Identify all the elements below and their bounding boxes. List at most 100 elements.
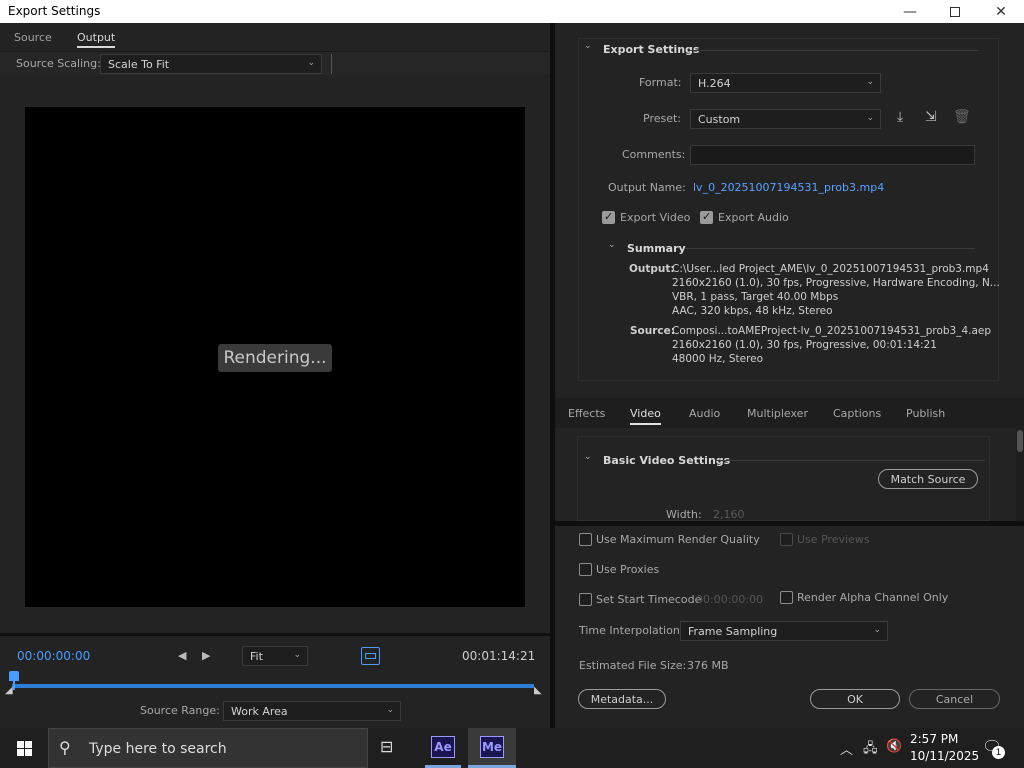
settings-pane: ⌄ Export Settings Format: H.264 ⌄ Preset…: [555, 23, 1024, 728]
metadata-button[interactable]: Metadata...: [578, 689, 666, 709]
preview-pane: Source Output Source Scaling: Scale To F…: [0, 23, 550, 728]
source-scaling-dropdown[interactable]: Scale To Fit ⌄: [100, 54, 322, 74]
search-placeholder: Type here to search: [89, 741, 227, 757]
comments-field[interactable]: [690, 145, 975, 165]
chevron-down-icon[interactable]: ⌄: [608, 240, 616, 250]
tab-publish[interactable]: Publish: [906, 407, 945, 420]
output-name-label: Output Name:: [608, 181, 686, 194]
windows-icon: [16, 740, 32, 756]
notifications-button[interactable]: 🗨 1: [982, 737, 1005, 759]
chevron-down-icon: ⌄: [386, 705, 394, 715]
after-effects-taskbar-button[interactable]: Ae: [423, 728, 463, 768]
source-range-dropdown[interactable]: Work Area ⌄: [223, 701, 401, 721]
preset-label: Preset:: [643, 112, 682, 125]
tab-source[interactable]: Source: [14, 31, 52, 44]
in-point-icon[interactable]: ◢: [5, 685, 13, 696]
start-timecode-checkbox[interactable]: [579, 593, 592, 606]
summary-output-line: 2160x2160 (1.0), 30 fps, Progressive, Ha…: [672, 277, 1000, 289]
output-name-link[interactable]: lv_0_20251007194531_prob3.mp4: [693, 181, 884, 194]
close-button[interactable]: ✕: [978, 0, 1024, 23]
taskbar: ⚲ Type here to search ⊟ Ae Me ︿ 🖧 🔇 2:57…: [0, 728, 1024, 768]
minimize-button[interactable]: —: [887, 0, 933, 23]
render-alpha-label: Render Alpha Channel Only: [797, 591, 949, 604]
ok-button[interactable]: OK: [810, 689, 900, 709]
volume-muted-icon[interactable]: 🔇: [886, 739, 902, 754]
export-audio-label: Export Audio: [718, 211, 789, 224]
summary-header[interactable]: Summary: [627, 242, 686, 255]
clock-date[interactable]: 10/11/2025: [910, 749, 979, 763]
est-size-value: 376 MB: [687, 659, 729, 672]
media-encoder-taskbar-button[interactable]: Me: [468, 728, 516, 768]
search-box[interactable]: ⚲ Type here to search: [48, 728, 368, 768]
export-video-checkbox[interactable]: [602, 210, 615, 224]
cancel-button[interactable]: Cancel: [909, 689, 1000, 709]
summary-output-line: VBR, 1 pass, Target 40.00 Mbps: [672, 291, 839, 303]
close-icon: ✕: [995, 3, 1007, 20]
tab-video[interactable]: Video: [630, 407, 661, 425]
window-title: Export Settings: [8, 4, 101, 18]
width-value[interactable]: 2,160: [713, 508, 745, 521]
format-dropdown[interactable]: H.264 ⌄: [690, 73, 881, 93]
step-back-icon[interactable]: ◀: [178, 649, 186, 662]
tab-captions[interactable]: Captions: [833, 407, 881, 420]
max-render-quality-label: Use Maximum Render Quality: [596, 533, 760, 546]
network-icon[interactable]: 🖧: [863, 739, 878, 761]
rendering-indicator: Rendering...: [218, 344, 332, 372]
summary-output-line: C:\User...led Project_AME\lv_0_202510071…: [672, 263, 989, 275]
chevron-down-icon[interactable]: ⌄: [584, 452, 592, 462]
match-source-button[interactable]: Match Source: [878, 469, 978, 489]
timeline-bar[interactable]: [12, 684, 534, 688]
summary-source-line: 48000 Hz, Stereo: [672, 353, 764, 365]
summary-output-label: Output:: [629, 263, 675, 275]
step-forward-icon[interactable]: ▶: [202, 649, 210, 662]
title-bar: Export Settings — ✕: [0, 0, 1024, 23]
current-timecode[interactable]: 00:00:00:00: [17, 649, 90, 663]
zoom-dropdown[interactable]: Fit ⌄: [242, 646, 308, 666]
export-settings-header[interactable]: Export Settings: [603, 43, 699, 56]
search-icon: ⚲: [59, 738, 71, 757]
summary-output-line: AAC, 320 kbps, 48 kHz, Stereo: [672, 305, 833, 317]
time-interp-label: Time Interpolation:: [579, 624, 684, 637]
comments-label: Comments:: [622, 148, 686, 161]
tab-output[interactable]: Output: [77, 31, 116, 48]
maximize-icon: [950, 6, 960, 17]
chevron-down-icon[interactable]: ⌄: [584, 41, 592, 51]
chevron-up-icon[interactable]: ︿: [840, 739, 853, 758]
tab-multiplexer[interactable]: Multiplexer: [747, 407, 808, 420]
import-preset-icon[interactable]: ⇲: [925, 109, 937, 125]
duration-timecode: 00:01:14:21: [462, 649, 536, 663]
chevron-down-icon: ⌄: [293, 650, 301, 660]
save-preset-icon[interactable]: ⤓: [897, 109, 903, 125]
tab-audio[interactable]: Audio: [689, 407, 720, 420]
task-view-icon[interactable]: ⊟: [380, 737, 393, 756]
start-timecode-label: Set Start Timecode: [596, 593, 702, 606]
time-interp-dropdown[interactable]: Frame Sampling ⌄: [680, 621, 888, 641]
fit-frame-icon[interactable]: [361, 647, 380, 665]
format-value: H.264: [698, 77, 731, 90]
out-point-icon[interactable]: ◣: [534, 685, 542, 696]
source-range-value: Work Area: [231, 705, 288, 718]
chevron-down-icon: ⌄: [873, 625, 881, 635]
max-render-quality-checkbox[interactable]: [579, 533, 592, 546]
export-video-label: Export Video: [620, 211, 691, 224]
basic-video-header[interactable]: Basic Video Settings: [603, 454, 730, 467]
summary-source-line: Composi...toAMEProject-lv_0_202510071945…: [672, 325, 992, 337]
width-label: Width:: [666, 508, 702, 521]
use-previews-checkbox: [780, 533, 793, 546]
render-alpha-checkbox[interactable]: [780, 591, 793, 604]
zoom-value: Fit: [250, 650, 263, 663]
summary-source-line: 2160x2160 (1.0), 30 fps, Progressive, 00…: [672, 339, 937, 351]
use-proxies-checkbox[interactable]: [579, 563, 592, 576]
tab-effects[interactable]: Effects: [568, 407, 605, 420]
after-effects-icon: Ae: [431, 736, 455, 758]
export-audio-checkbox[interactable]: [700, 210, 713, 224]
settings-scrollbar[interactable]: [1016, 428, 1024, 521]
clock-time[interactable]: 2:57 PM: [910, 732, 958, 746]
notification-count: 1: [992, 746, 1005, 759]
start-button[interactable]: [0, 728, 48, 768]
delete-preset-icon: 🗑: [953, 109, 971, 125]
use-previews-label: Use Previews: [797, 533, 870, 546]
preset-dropdown[interactable]: Custom ⌄: [690, 109, 881, 129]
maximize-button[interactable]: [932, 0, 978, 23]
source-range-label: Source Range:: [140, 704, 220, 717]
